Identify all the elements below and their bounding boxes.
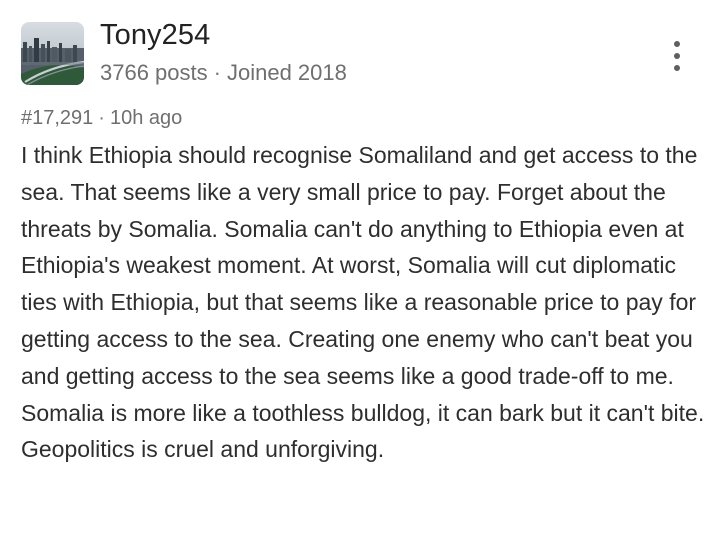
author-meta: 3766 posts · Joined 2018 [100,58,347,88]
forum-post: Tony254 3766 posts · Joined 2018 #17,291 · 1… [0,0,714,539]
post-body: I think Ethiopia should recognise Somali… [21,142,705,463]
author-name[interactable]: Tony254 [100,16,210,54]
author-joined: Joined 2018 [226,60,347,85]
meta-separator: · [213,60,221,85]
post-number-link[interactable]: #17,291 [21,107,93,129]
more-vertical-icon-dot [674,53,680,59]
avatar[interactable] [21,22,84,85]
meta-separator: · [98,107,105,129]
author-post-count: 3766 posts [100,60,208,85]
more-vertical-icon [674,41,680,47]
avatar-image [21,22,84,85]
more-vertical-icon-dot [674,65,680,71]
post-timestamp: 10h ago [109,107,183,129]
more-options-button[interactable] [660,36,694,76]
post-meta: #17,291 · 10h ago [21,104,182,132]
